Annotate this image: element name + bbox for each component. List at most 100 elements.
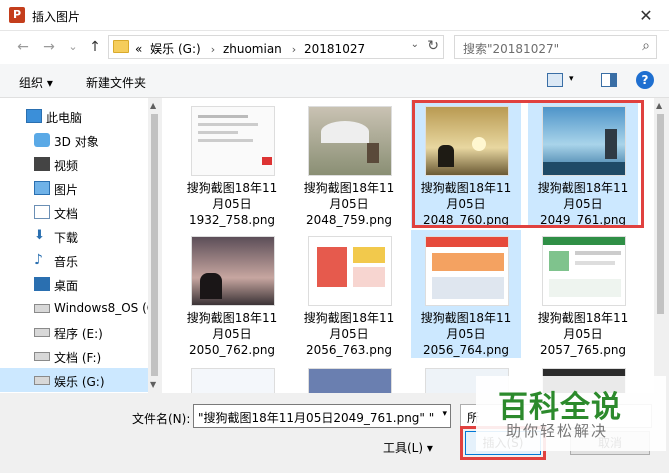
new-folder-button[interactable]: 新建文件夹: [86, 74, 146, 91]
file-thumbnail: [308, 236, 392, 306]
music-icon: ♪: [34, 252, 43, 268]
sidebar-item[interactable]: 图片: [0, 176, 148, 200]
filename-field[interactable]: "搜狗截图18年11月05日2049_761.png" "搜 ▾: [193, 404, 451, 428]
window-title: 插入图片: [32, 10, 81, 24]
drive-icon: [34, 352, 50, 361]
address-bar[interactable]: « 娱乐 (G:) › zhuomian › 20181027 ⌄ ↻: [108, 35, 444, 59]
file-name: 搜狗截图18年11 月05日 2049_761.png: [537, 181, 629, 227]
title-bar: P 插入图片 ✕: [0, 0, 669, 31]
forward-button[interactable]: →: [40, 38, 58, 56]
navigation-bar: ← → ⌄ ↑ « 娱乐 (G:) › zhuomian › 20181027 ⌄ …: [0, 31, 669, 64]
file-item[interactable]: 搜狗截图18年11 月05日 2048_760.png: [411, 100, 521, 228]
sidebar-item-label: 文档: [54, 207, 79, 221]
sidebar-item-label: 视频: [54, 159, 79, 173]
file-thumbnail: [542, 106, 626, 176]
file-thumbnail[interactable]: [308, 368, 392, 393]
chevron-right-icon[interactable]: ›: [211, 43, 215, 56]
scrollbar-thumb[interactable]: [151, 114, 158, 376]
sidebar-item[interactable]: 此电脑: [0, 104, 148, 128]
sidebar-item[interactable]: 程序 (E:): [0, 320, 148, 344]
breadcrumb-current[interactable]: 20181027: [304, 42, 365, 56]
file-thumbnail: [191, 106, 275, 176]
download-icon: ⬇: [34, 228, 45, 243]
chevron-down-icon[interactable]: ⌄: [411, 39, 419, 50]
close-button[interactable]: ✕: [623, 0, 669, 31]
sidebar-item[interactable]: 娱乐 (G:): [0, 368, 148, 392]
file-thumbnail: [542, 236, 626, 306]
scrollbar-thumb[interactable]: [657, 114, 664, 314]
file-name: 搜狗截图18年11 月05日 2048_759.png: [303, 181, 395, 227]
breadcrumb-drive[interactable]: 娱乐 (G:): [150, 42, 201, 56]
scroll-up-icon[interactable]: ▲: [656, 101, 662, 110]
chevron-right-icon[interactable]: ›: [292, 43, 296, 56]
sidebar-item-label: 下载: [54, 231, 79, 245]
sidebar-item[interactable]: 视频: [0, 152, 148, 176]
file-name: 搜狗截图18年11 月05日 1932_758.png: [186, 181, 278, 227]
organize-menu[interactable]: 组织 ▾: [19, 74, 53, 91]
breadcrumb: « 娱乐 (G:) › zhuomian › 20181027: [135, 40, 369, 57]
sidebar-item[interactable]: Windows8_OS (C: [0, 296, 155, 320]
sidebar-item-label: 桌面: [54, 279, 79, 293]
scroll-up-icon[interactable]: ▲: [150, 101, 156, 110]
sidebar-item[interactable]: 3D 对象: [0, 128, 148, 152]
sidebar-item[interactable]: 桌面: [0, 272, 148, 296]
view-options-icon[interactable]: [547, 73, 563, 87]
back-button[interactable]: ←: [14, 38, 32, 56]
search-box[interactable]: 搜索"20181027" ⌕: [454, 35, 657, 59]
sidebar-item-label: 程序 (E:): [54, 327, 103, 341]
breadcrumb-overflow[interactable]: «: [135, 42, 142, 56]
sidebar-item-label: Windows8_OS (C: [54, 301, 156, 315]
file-thumbnail: [425, 236, 509, 306]
file-thumbnail: [425, 106, 509, 176]
chevron-down-icon[interactable]: ▾: [569, 74, 574, 84]
file-thumbnail[interactable]: [191, 368, 275, 393]
file-item[interactable]: 搜狗截图18年11 月05日 2049_761.png: [528, 100, 638, 228]
pictures-icon: [34, 181, 50, 195]
chevron-down-icon[interactable]: ▾: [442, 409, 447, 419]
tools-button[interactable]: 工具(L) ▾: [383, 439, 433, 456]
file-item[interactable]: 搜狗截图18年11 月05日 2048_759.png: [294, 100, 404, 228]
scroll-down-icon[interactable]: ▼: [150, 380, 156, 389]
folder-icon: [113, 40, 129, 53]
watermark: 百科全说 助你轻松解决: [476, 376, 666, 451]
drive-icon: [34, 328, 50, 337]
computer-icon: [26, 109, 42, 123]
sidebar-item-label: 图片: [54, 183, 79, 197]
up-button[interactable]: ↑: [86, 38, 104, 56]
filename-label: 文件名(N):: [132, 412, 191, 426]
help-icon[interactable]: ?: [636, 71, 654, 89]
powerpoint-icon: P: [9, 7, 25, 23]
drive-icon: [34, 376, 50, 385]
search-icon[interactable]: ⌕: [642, 38, 650, 54]
sidebar-item[interactable]: 文档: [0, 200, 148, 224]
sidebar-scrollbar[interactable]: ▲ ▼: [148, 98, 161, 393]
file-item[interactable]: 搜狗截图18年11 月05日 2056_763.png: [294, 230, 404, 358]
drive-icon: [34, 304, 50, 313]
file-name: 搜狗截图18年11 月05日 2048_760.png: [420, 181, 512, 227]
refresh-icon[interactable]: ↻: [427, 38, 439, 54]
file-item[interactable]: 搜狗截图18年11 月05日 1932_758.png: [177, 100, 287, 228]
video-icon: [34, 157, 50, 171]
file-thumbnail: [308, 106, 392, 176]
file-item[interactable]: 搜狗截图18年11 月05日 2056_764.png: [411, 230, 521, 358]
navigation-pane: 此电脑 3D 对象视频图片文档 ⬇ 下载 ♪ 音乐桌面 Windows8_OS (C 程序 (…: [0, 98, 160, 393]
file-thumbnail: [191, 236, 275, 306]
file-name: 搜狗截图18年11 月05日 2056_763.png: [303, 311, 395, 357]
sidebar-item-label: 娱乐 (G:): [54, 375, 105, 389]
sidebar-item-label: 文档 (F:): [54, 351, 102, 365]
3d-objects-icon: [34, 133, 50, 147]
file-list: 搜狗截图18年11 月05日 1932_758.png 搜狗截图18年11 月05日 20…: [162, 98, 656, 393]
sidebar-item[interactable]: 文档 (F:): [0, 344, 148, 368]
sidebar-item[interactable]: ♪ 音乐: [0, 248, 148, 272]
sidebar-item[interactable]: ⬇ 下载: [0, 224, 148, 248]
desktop-icon: [34, 277, 50, 291]
filename-value[interactable]: "搜狗截图18年11月05日2049_761.png" "搜: [198, 409, 434, 426]
documents-icon: [34, 205, 50, 219]
recent-locations-button[interactable]: ⌄: [64, 38, 82, 56]
search-input[interactable]: 搜索"20181027": [463, 40, 559, 57]
content-scrollbar[interactable]: ▲: [654, 98, 667, 393]
file-item[interactable]: 搜狗截图18年11 月05日 2050_762.png: [177, 230, 287, 358]
file-item[interactable]: 搜狗截图18年11 月05日 2057_765.png: [528, 230, 638, 358]
preview-pane-icon[interactable]: [601, 73, 617, 87]
breadcrumb-zhuomian[interactable]: zhuomian: [223, 42, 282, 56]
